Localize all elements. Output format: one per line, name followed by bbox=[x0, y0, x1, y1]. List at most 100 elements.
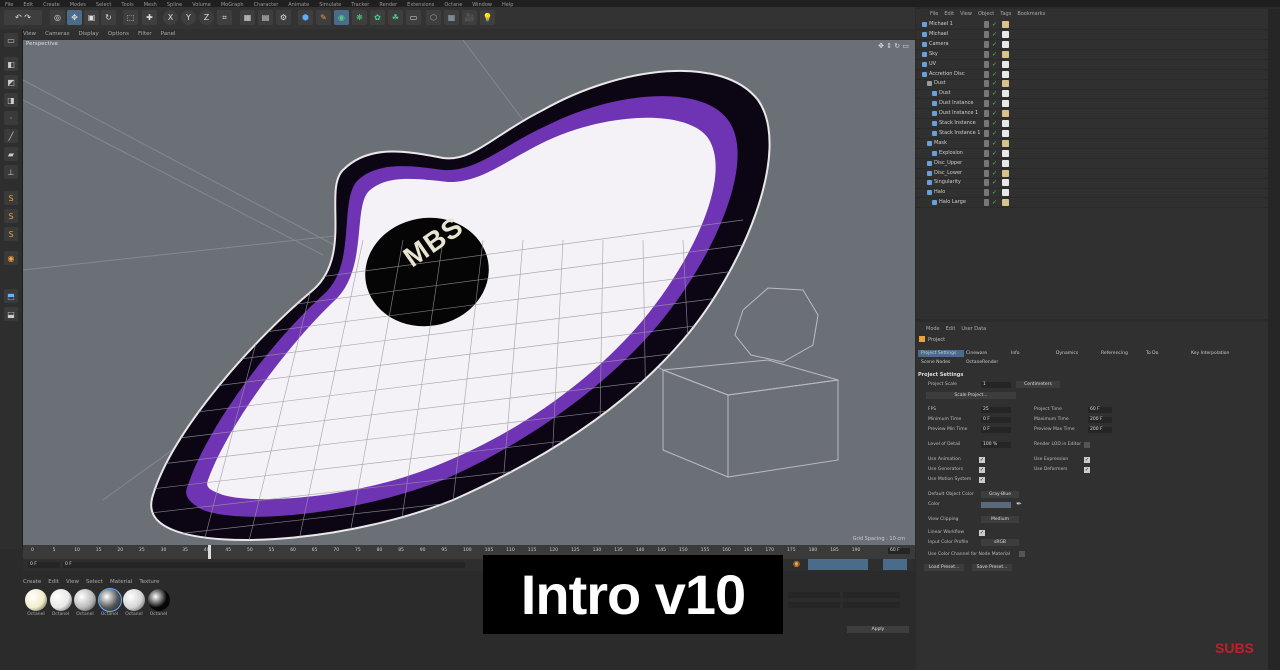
use-expression-checkbox[interactable]: ✓ bbox=[1084, 457, 1090, 463]
attribute-menu-edit[interactable]: Edit bbox=[946, 326, 956, 332]
minimum-time-field[interactable]: 0 F bbox=[981, 417, 1011, 423]
visibility-dots-icon[interactable] bbox=[984, 70, 989, 78]
planar-workplane-icon[interactable]: ⬓ bbox=[4, 307, 18, 321]
enable-check-icon[interactable]: ✓ bbox=[992, 199, 999, 206]
material-swatch[interactable] bbox=[74, 589, 96, 611]
tab-info[interactable]: Info bbox=[1008, 350, 1054, 357]
rotate-tool-icon[interactable]: ↻ bbox=[101, 10, 116, 25]
enable-check-icon[interactable]: ✓ bbox=[992, 140, 999, 147]
enable-check-icon[interactable]: ✓ bbox=[992, 150, 999, 157]
camera-icon[interactable]: 🎥 bbox=[462, 10, 477, 25]
material-menu-edit[interactable]: Edit bbox=[48, 579, 59, 585]
start-frame-field[interactable]: 0 F bbox=[28, 562, 60, 568]
y-axis-lock-icon[interactable]: Y bbox=[181, 10, 196, 25]
object-menu-tags[interactable]: Tags bbox=[1000, 11, 1011, 17]
visibility-dots-icon[interactable] bbox=[984, 60, 989, 68]
subdivision-icon[interactable]: ◉ bbox=[334, 10, 349, 25]
timeline-mode-icon[interactable] bbox=[883, 559, 907, 570]
object-row[interactable]: Disc_Upper ✓ bbox=[916, 159, 1268, 169]
object-row[interactable]: Mask ✓ bbox=[916, 139, 1268, 149]
enable-check-icon[interactable]: ✓ bbox=[992, 170, 999, 177]
visibility-dots-icon[interactable] bbox=[984, 199, 989, 207]
object-row[interactable]: Michael ✓ bbox=[916, 30, 1268, 41]
array-icon[interactable]: ✿ bbox=[370, 10, 385, 25]
material-menu-create[interactable]: Create bbox=[23, 579, 41, 585]
project-time-field[interactable]: 60 F bbox=[1088, 407, 1112, 413]
eyedropper-icon[interactable]: ✒ bbox=[1016, 500, 1022, 508]
select-tool-icon[interactable]: ◎ bbox=[50, 10, 65, 25]
render-view-icon[interactable]: ▦ bbox=[240, 10, 255, 25]
project-scale-field[interactable]: 1 bbox=[981, 382, 1011, 388]
object-row[interactable]: Singularity ✓ bbox=[916, 178, 1268, 189]
object-row[interactable]: Dust Instance 1 ✓ bbox=[916, 109, 1268, 120]
material-swatch[interactable] bbox=[97, 588, 122, 612]
enable-check-icon[interactable]: ✓ bbox=[992, 51, 999, 58]
visibility-dots-icon[interactable] bbox=[984, 80, 989, 88]
save-preset-button[interactable]: Save Preset... bbox=[972, 564, 1012, 571]
view-clipping-dropdown[interactable]: Medium bbox=[981, 516, 1019, 523]
input-color-profile-dropdown[interactable]: sRGB bbox=[981, 539, 1019, 546]
scale-project-button[interactable]: Scale Project... bbox=[926, 392, 1016, 399]
enable-check-icon[interactable]: ✓ bbox=[992, 160, 999, 167]
visibility-dots-icon[interactable] bbox=[984, 189, 989, 197]
soft-selection-icon[interactable]: ◉ bbox=[4, 251, 18, 265]
visibility-dots-icon[interactable] bbox=[984, 21, 989, 28]
tab-to-do[interactable]: To Do bbox=[1143, 350, 1189, 357]
object-row[interactable]: Explosion ✓ bbox=[916, 149, 1268, 159]
mograph-icon[interactable]: ☘ bbox=[388, 10, 403, 25]
keyframe-tools[interactable] bbox=[808, 559, 868, 570]
edges-mode-icon[interactable]: ╱ bbox=[4, 129, 18, 143]
project-scale-unit-dropdown[interactable]: Centimeters bbox=[1016, 381, 1060, 388]
viewport-menu-filter[interactable]: Filter bbox=[138, 31, 152, 37]
enable-check-icon[interactable]: ✓ bbox=[992, 31, 999, 38]
deformer-icon[interactable]: ▭ bbox=[406, 10, 421, 25]
object-row[interactable]: Stack Instance ✓ bbox=[916, 119, 1268, 130]
object-menu-bookmarks[interactable]: Bookmarks bbox=[1017, 11, 1045, 17]
workplane-icon[interactable]: ◨ bbox=[4, 93, 18, 107]
axis-mode-icon[interactable]: ⊥ bbox=[4, 165, 18, 179]
enable-check-icon[interactable]: ✓ bbox=[992, 100, 999, 107]
snap-grid-icon[interactable]: S bbox=[4, 227, 18, 241]
material-swatch[interactable] bbox=[25, 589, 47, 611]
3d-viewport[interactable]: Perspective MBS Grid Spacing : 10 cm ✥ ⇕… bbox=[23, 40, 915, 545]
texture-mode-icon[interactable]: ◩ bbox=[4, 75, 18, 89]
attribute-menu-user-data[interactable]: User Data bbox=[961, 326, 986, 332]
visibility-dots-icon[interactable] bbox=[984, 120, 989, 127]
enable-check-icon[interactable]: ✓ bbox=[992, 120, 999, 127]
object-row[interactable]: Dust ✓ bbox=[916, 89, 1268, 100]
preview-max-field[interactable]: 200 F bbox=[1088, 427, 1112, 433]
object-row[interactable]: Disc_Lower ✓ bbox=[916, 169, 1268, 179]
enable-check-icon[interactable]: ✓ bbox=[992, 71, 999, 78]
pen-icon[interactable]: ✎ bbox=[316, 10, 331, 25]
z-axis-lock-icon[interactable]: Z bbox=[199, 10, 214, 25]
material-menu-view[interactable]: View bbox=[66, 579, 79, 585]
points-mode-icon[interactable]: · bbox=[4, 111, 18, 125]
enable-check-icon[interactable]: ✓ bbox=[992, 90, 999, 97]
snap-settings-icon[interactable]: S bbox=[4, 209, 18, 223]
visibility-dots-icon[interactable] bbox=[984, 179, 989, 187]
model-mode-icon[interactable]: ◧ bbox=[4, 57, 18, 71]
add-tool-icon[interactable]: ✚ bbox=[142, 10, 157, 25]
viewport-menu-cameras[interactable]: Cameras bbox=[45, 31, 69, 37]
tab-referencing[interactable]: Referencing bbox=[1098, 350, 1144, 357]
viewport-menu-display[interactable]: Display bbox=[79, 31, 99, 37]
object-menu-file[interactable]: File bbox=[930, 11, 938, 17]
tab-cineware[interactable]: Cineware bbox=[963, 350, 1009, 357]
render-lod-checkbox[interactable] bbox=[1084, 442, 1090, 448]
visibility-dots-icon[interactable] bbox=[984, 110, 989, 118]
use-motion-checkbox[interactable]: ✓ bbox=[979, 477, 985, 483]
object-row[interactable]: Dust ✓ bbox=[916, 79, 1268, 90]
move-tool-icon[interactable]: ✥ bbox=[67, 10, 82, 25]
floor-icon[interactable]: ▦ bbox=[444, 10, 459, 25]
material-menu-texture[interactable]: Texture bbox=[139, 579, 159, 585]
polygons-mode-icon[interactable]: ▰ bbox=[4, 147, 18, 161]
last-tool-icon[interactable]: ⬚ bbox=[123, 10, 138, 25]
object-row[interactable]: Sky ✓ bbox=[916, 50, 1268, 60]
object-row[interactable]: Dust Instance ✓ bbox=[916, 99, 1268, 110]
visibility-dots-icon[interactable] bbox=[984, 100, 989, 108]
enable-check-icon[interactable]: ✓ bbox=[992, 21, 999, 28]
visibility-dots-icon[interactable] bbox=[984, 129, 989, 137]
light-icon[interactable]: 💡 bbox=[480, 10, 495, 25]
object-row[interactable]: UV ✓ bbox=[916, 60, 1268, 70]
size-x-field[interactable] bbox=[843, 592, 900, 598]
